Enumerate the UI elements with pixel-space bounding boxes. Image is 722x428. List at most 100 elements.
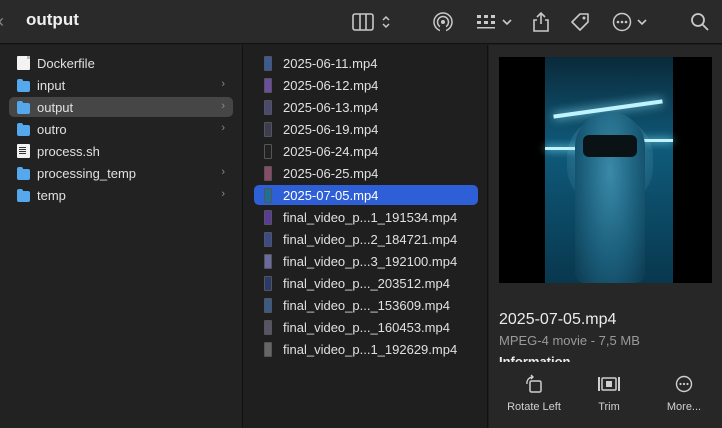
column-view-icon (352, 13, 374, 31)
file-name: 2025-06-19.mp4 (283, 121, 379, 137)
list-item-processing-temp[interactable]: processing_temp › (9, 163, 233, 183)
file-list-item[interactable]: final_video_p..._160453.mp4 (254, 317, 478, 337)
file-name: final_video_p...1_192629.mp4 (283, 341, 458, 357)
video-thumbnail-icon (264, 165, 272, 181)
parent-folder-column: Dockerfile input › output › outro › proc… (0, 45, 243, 428)
window-title: output (26, 10, 79, 29)
rotate-left-label: Rotate Left (507, 401, 561, 413)
file-name: 2025-06-11.mp4 (283, 55, 378, 71)
video-thumbnail-icon (264, 209, 272, 225)
preview-info-heading: Information (499, 354, 571, 362)
file-name: final_video_p...1_191534.mp4 (283, 209, 458, 225)
file-name: 2025-07-05.mp4 (283, 187, 379, 203)
video-preview[interactable] (499, 57, 712, 283)
toolbar: ‹ output (0, 0, 722, 44)
search-button[interactable] (690, 10, 710, 34)
share-icon (533, 11, 549, 32)
file-list-item[interactable]: final_video_p...3_192100.mp4 (254, 251, 478, 271)
file-list-item[interactable]: 2025-06-19.mp4 (254, 119, 478, 139)
share-button[interactable] (532, 10, 550, 34)
item-label: output (37, 99, 74, 115)
folder-icon (17, 122, 30, 136)
file-list-item[interactable]: 2025-06-12.mp4 (254, 75, 478, 95)
file-list-item[interactable]: final_video_p...1_192629.mp4 (254, 339, 478, 359)
file-name: final_video_p..._203512.mp4 (283, 275, 450, 291)
folder-icon (17, 166, 30, 180)
file-name: final_video_p...3_192100.mp4 (283, 253, 458, 269)
item-label: Dockerfile (37, 55, 95, 71)
more-actions-button[interactable] (612, 10, 648, 34)
preview-file-kind: MPEG-4 movie - 7,5 MB (499, 333, 640, 348)
rotate-left-button[interactable]: Rotate Left (494, 373, 574, 413)
list-item-process-sh[interactable]: process.sh (9, 141, 233, 161)
video-thumbnail-icon (264, 341, 272, 357)
file-name: 2025-06-24.mp4 (283, 143, 379, 159)
file-name: 2025-06-25.mp4 (283, 165, 379, 181)
file-list-item[interactable]: 2025-06-24.mp4 (254, 141, 478, 161)
item-label: input (37, 77, 66, 93)
list-item-output[interactable]: output › (9, 97, 233, 117)
file-name: final_video_p..._153609.mp4 (283, 297, 450, 313)
chevron-right-icon: › (221, 122, 225, 134)
list-item-temp[interactable]: temp › (9, 185, 233, 205)
file-list-column: 2025-06-11.mp4 2025-06-12.mp4 2025-06-13.m… (244, 45, 488, 428)
file-list-item[interactable]: final_video_p...2_184721.mp4 (254, 229, 478, 249)
more-label: More... (666, 401, 702, 413)
file-list-item[interactable]: 2025-06-25.mp4 (254, 163, 478, 183)
document-icon (17, 56, 30, 70)
chevron-down-icon (637, 19, 647, 26)
file-list-item[interactable]: 2025-07-05.mp4 (254, 185, 478, 205)
video-thumbnail-icon (264, 187, 272, 203)
file-name: final_video_p...2_184721.mp4 (283, 231, 458, 247)
list-item-outro[interactable]: outro › (9, 119, 233, 139)
vr-headset (583, 135, 637, 157)
chevron-right-icon: › (221, 188, 225, 200)
airdrop-button[interactable] (432, 10, 454, 34)
tag-icon (571, 13, 589, 31)
folder-icon (17, 100, 30, 114)
file-list-item[interactable]: 2025-06-11.mp4 (254, 53, 478, 73)
item-label: outro (37, 121, 67, 137)
folder-icon (17, 78, 30, 92)
file-name: final_video_p..._160453.mp4 (283, 319, 450, 335)
trim-label: Trim (598, 401, 620, 413)
file-name: 2025-06-12.mp4 (283, 77, 379, 93)
ellipsis-circle-icon (612, 12, 632, 32)
video-thumbnail-icon (264, 319, 272, 335)
chevron-down-icon (502, 19, 512, 26)
video-thumbnail-icon (264, 55, 272, 71)
file-list-item[interactable]: 2025-06-13.mp4 (254, 97, 478, 117)
preview-pane: 2025-07-05.mp4 MPEG-4 movie - 7,5 MB Inf… (489, 45, 722, 428)
item-label: temp (37, 187, 66, 203)
group-icon (477, 15, 495, 29)
file-list-item[interactable]: final_video_p..._153609.mp4 (254, 295, 478, 315)
trim-button[interactable]: Trim (569, 373, 649, 413)
chevron-right-icon: › (221, 78, 225, 90)
airdrop-icon (433, 12, 453, 33)
column-view-button[interactable] (352, 10, 392, 34)
video-thumbnail-icon (264, 143, 272, 159)
chevron-right-icon: › (221, 166, 225, 178)
rotate-left-icon (526, 374, 542, 393)
file-name: 2025-06-13.mp4 (283, 99, 379, 115)
video-thumbnail-icon (264, 253, 272, 269)
item-label: process.sh (37, 143, 100, 159)
list-item-dockerfile[interactable]: Dockerfile (9, 53, 233, 73)
trim-icon (598, 377, 620, 391)
file-list-item[interactable]: final_video_p..._203512.mp4 (254, 273, 478, 293)
video-thumbnail-icon (264, 231, 272, 247)
more-button[interactable]: More... (644, 373, 722, 413)
back-chevron-icon[interactable]: ‹ (0, 10, 10, 32)
video-thumbnail-icon (264, 297, 272, 313)
file-list-item[interactable]: final_video_p...1_191534.mp4 (254, 207, 478, 227)
preview-file-name: 2025-07-05.mp4 (499, 311, 617, 328)
tag-button[interactable] (569, 10, 591, 34)
video-thumbnail-icon (264, 77, 272, 93)
video-frame (545, 57, 673, 283)
list-item-input[interactable]: input › (9, 75, 233, 95)
group-button[interactable] (476, 10, 513, 34)
search-icon (691, 13, 709, 31)
video-thumbnail-icon (264, 121, 272, 137)
shell-script-icon (17, 144, 30, 158)
up-down-chevron-icon (382, 15, 390, 29)
